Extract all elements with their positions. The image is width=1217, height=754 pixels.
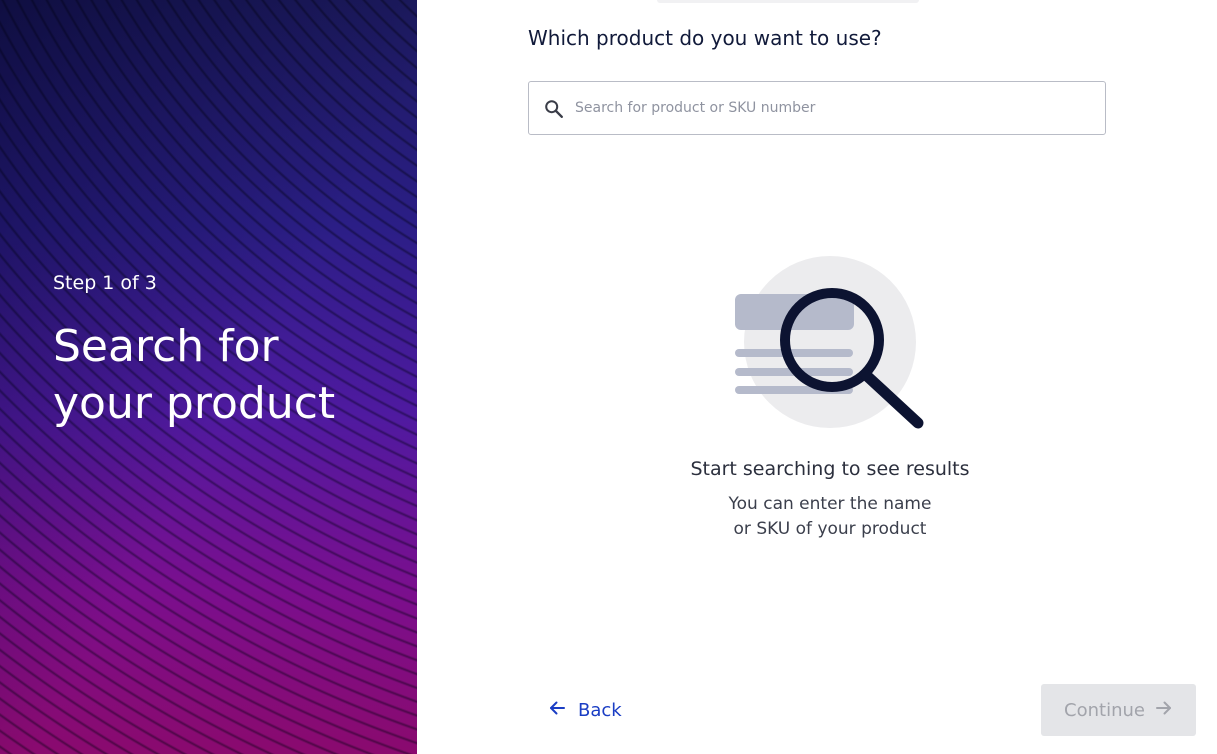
step-sidebar: Step 1 of 3 Search for your product [0, 0, 417, 754]
continue-button[interactable]: Continue [1041, 684, 1196, 736]
empty-state-description-line1: You can enter the name [728, 494, 932, 514]
back-button-label: Back [578, 699, 622, 721]
step-indicator: Step 1 of 3 [53, 272, 157, 294]
search-field[interactable] [528, 81, 1106, 135]
empty-state-description: You can enter the name or SKU of your pr… [680, 492, 980, 542]
empty-state-title: Start searching to see results [690, 458, 970, 480]
top-drag-indicator [657, 0, 919, 3]
magnifier-illustration-icon [733, 255, 933, 435]
app-window: Step 1 of 3 Search for your product Whic… [0, 0, 1217, 754]
main-content: Which product do you want to use? Search… [417, 0, 1217, 754]
empty-state-description-line2: or SKU of your product [733, 519, 927, 539]
arrow-right-icon [1155, 699, 1173, 722]
continue-button-label: Continue [1064, 699, 1145, 721]
search-icon [543, 98, 565, 120]
back-button[interactable]: Back [548, 694, 622, 726]
step-title: Search for your product [53, 321, 336, 429]
arrow-left-icon [548, 699, 566, 722]
search-input[interactable] [575, 82, 1095, 134]
page-question: Which product do you want to use? [528, 26, 882, 50]
